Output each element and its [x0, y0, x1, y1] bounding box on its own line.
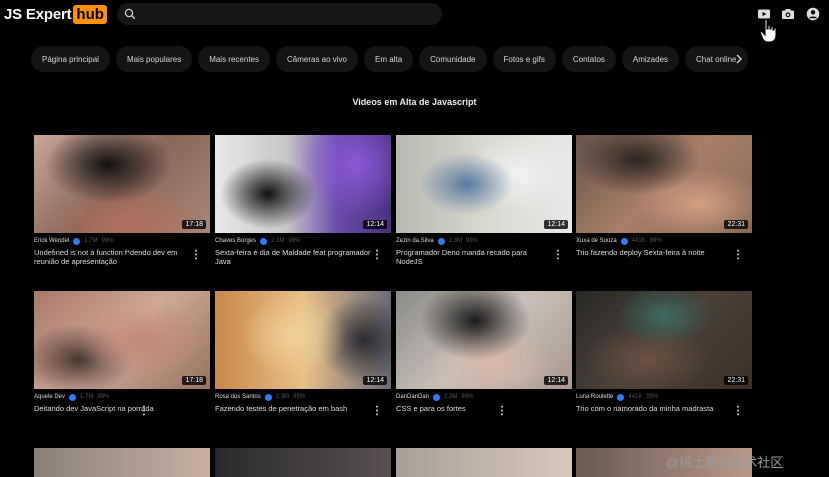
verified-badge-icon: [69, 393, 77, 401]
video-title[interactable]: Trio com o namorado da minha madrasta: [576, 404, 732, 413]
rating: 99%: [646, 394, 659, 400]
more-options-icon[interactable]: [194, 249, 198, 260]
more-options-icon[interactable]: [556, 249, 560, 260]
search-bar[interactable]: [117, 3, 442, 25]
video-title[interactable]: Trio fazendo deploy Sexta-feira à noite: [576, 248, 732, 257]
video-author[interactable]: Aquele Dev: [34, 394, 65, 400]
chevron-right-icon[interactable]: [733, 52, 745, 66]
rating: 99%: [97, 394, 110, 400]
top-header: JS Expert hub: [0, 0, 829, 30]
verified-badge-icon: [433, 393, 441, 401]
video-card[interactable]: 12:14 Rosa dos Santos 2.3M 99% Fazendo t…: [215, 291, 391, 416]
rating: 99%: [288, 238, 301, 244]
video-duration: 22:31: [724, 220, 748, 229]
video-author[interactable]: Chaves Borges: [215, 238, 256, 244]
nav-item-community[interactable]: Comunidade: [419, 46, 487, 72]
view-count: 441K: [628, 394, 643, 400]
more-options-icon[interactable]: [375, 405, 379, 416]
video-title[interactable]: Sexta-feira é dia de Maldade feat progra…: [215, 248, 371, 266]
video-title[interactable]: Fazendo testes de penetração em bash: [215, 404, 371, 413]
rating: 99%: [293, 394, 306, 400]
nav-item-trending[interactable]: Em alta: [364, 46, 414, 72]
video-title[interactable]: Deitando dev JavaScript na porrada: [34, 404, 190, 413]
nav-item-live-cams[interactable]: Câmeras ao vivo: [275, 46, 359, 72]
video-thumbnail[interactable]: 22:31: [576, 291, 752, 389]
verified-badge-icon: [260, 237, 268, 245]
video-card[interactable]: 17:18 Aquele Dev 1.7M 99% Deitando dev J…: [34, 291, 210, 416]
view-count: 1.7M: [80, 394, 94, 400]
video-thumbnail[interactable]: 12:14: [215, 135, 391, 233]
rating: 99%: [101, 238, 114, 244]
more-options-icon[interactable]: [142, 405, 146, 416]
video-card[interactable]: 12:14 Chaves Borges 2.3M 99% Sexta-feira…: [215, 135, 391, 266]
camera-icon[interactable]: [781, 7, 795, 21]
video-thumbnail[interactable]: [215, 448, 391, 477]
video-thumbnail[interactable]: 22:31: [576, 135, 752, 233]
video-thumbnail[interactable]: 12:14: [396, 135, 572, 233]
category-nav: Página principal Mais populares Mais rec…: [31, 46, 748, 72]
video-author[interactable]: Xuxa de Souza: [576, 238, 617, 244]
logo-hub-badge: hub: [73, 5, 107, 24]
video-duration: 22:31: [724, 376, 748, 385]
video-title[interactable]: CSS e para os fortes: [396, 404, 552, 413]
video-card[interactable]: 22:31 Luna Roulette 441K 99% Trio com o …: [576, 291, 752, 416]
logo-text: JS Expert: [4, 6, 72, 23]
video-author[interactable]: Rosa dos Santos: [215, 394, 261, 400]
nav-item-most-popular[interactable]: Mais populares: [115, 46, 193, 72]
video-author[interactable]: Erick Wendel: [34, 238, 69, 244]
hand-cursor-icon: [759, 18, 777, 43]
more-options-icon[interactable]: [736, 405, 740, 416]
video-thumbnail[interactable]: [396, 448, 572, 477]
verified-badge-icon: [437, 237, 445, 245]
video-thumbnail[interactable]: 17:18: [34, 291, 210, 389]
rating: 99%: [466, 238, 479, 244]
rating: 99%: [649, 238, 662, 244]
verified-badge-icon: [73, 237, 81, 245]
video-title[interactable]: Programador Deno manda recado para NodeJ…: [396, 248, 552, 266]
video-thumbnail[interactable]: 12:14: [215, 291, 391, 389]
video-duration: 12:14: [544, 220, 568, 229]
video-author[interactable]: Zezin da Silva: [396, 238, 434, 244]
video-duration: 17:18: [182, 376, 206, 385]
view-count: 2.3M: [448, 238, 463, 244]
view-count: 441K: [631, 238, 646, 244]
user-account-icon[interactable]: [806, 7, 820, 21]
video-duration: 12:14: [363, 376, 387, 385]
video-thumbnail[interactable]: 12:14: [396, 291, 572, 389]
video-card[interactable]: 12:14 Zezin da Silva 2.3M 99% Programado…: [396, 135, 572, 266]
video-thumbnail[interactable]: [34, 448, 210, 477]
nav-item-home[interactable]: Página principal: [31, 46, 110, 72]
video-author[interactable]: DanDanDan: [396, 394, 429, 400]
verified-badge-icon: [620, 237, 628, 245]
view-count: 2.3M: [275, 394, 290, 400]
rating: 99%: [461, 394, 474, 400]
more-options-icon[interactable]: [500, 405, 504, 416]
video-card[interactable]: 17:18 Erick Wendel 1.7M 99% Undefined is…: [34, 135, 210, 266]
watermark: @稀土掘金技术社区: [666, 455, 784, 470]
video-thumbnail[interactable]: 17:18: [34, 135, 210, 233]
nav-item-photos-gifs[interactable]: Fotos e gifs: [492, 46, 556, 72]
verified-badge-icon: [264, 393, 272, 401]
site-logo[interactable]: JS Expert hub: [4, 5, 107, 24]
video-card[interactable]: 12:14 DanDanDan 2.3M 99% CSS e para os f…: [396, 291, 572, 416]
more-options-icon[interactable]: [736, 249, 740, 260]
nav-item-contacts[interactable]: Contatos: [561, 46, 616, 72]
video-card[interactable]: 22:31 Xuxa de Souza 441K 99% Trio fazend…: [576, 135, 752, 260]
view-count: 1.7M: [84, 238, 98, 244]
nav-item-friendships[interactable]: Amizades: [621, 46, 680, 72]
video-author[interactable]: Luna Roulette: [576, 394, 613, 400]
video-title[interactable]: Undefined is not a function f*dendo dev …: [34, 248, 190, 266]
section-title: Videos em Alta de Javascript: [352, 97, 477, 107]
nav-item-most-recent[interactable]: Mais recentes: [198, 46, 270, 72]
verified-badge-icon: [617, 393, 625, 401]
search-input[interactable]: [141, 5, 431, 23]
video-duration: 17:18: [182, 220, 206, 229]
search-icon: [124, 8, 136, 20]
more-options-icon[interactable]: [375, 249, 379, 260]
video-duration: 12:14: [363, 220, 387, 229]
video-duration: 12:14: [544, 376, 568, 385]
view-count: 2.3M: [444, 394, 458, 400]
view-count: 2.3M: [271, 238, 285, 244]
